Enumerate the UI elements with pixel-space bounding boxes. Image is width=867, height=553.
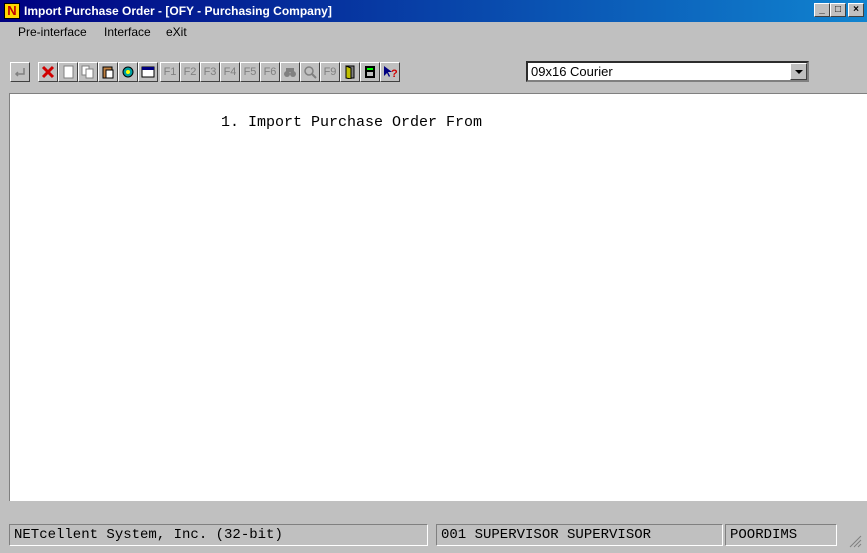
terminal-area[interactable]: 1. Import Purchase Order From [9,93,867,501]
application-window: N Import Purchase Order - [OFY - Purchas… [0,0,867,552]
properties-button[interactable] [138,62,158,82]
red-x-icon [41,65,55,79]
svg-text:?: ? [391,68,397,79]
help-arrow-icon: ? [384,66,397,79]
blank-page-icon [63,65,74,79]
door-icon [345,65,355,79]
menu-interface[interactable]: Interface [104,25,151,39]
f4-button[interactable]: F4 [220,62,240,82]
clipboard-icon [102,66,114,79]
help-button[interactable]: ? [380,62,400,82]
resize-grip-icon [849,535,862,548]
status-user: 001 SUPERVISOR SUPERVISOR [436,524,723,546]
calculator-button[interactable] [360,62,380,82]
chevron-down-icon [795,70,803,74]
exit-door-button[interactable] [340,62,360,82]
new-button[interactable] [58,62,78,82]
f1-button[interactable]: F1 [160,62,180,82]
calculator-icon [365,66,375,78]
menu-pre-interface[interactable]: Pre-interface [18,25,87,39]
find-button[interactable] [280,62,300,82]
maximize-button[interactable]: □ [830,3,846,17]
f2-button[interactable]: F2 [180,62,200,82]
window-title: Import Purchase Order - [OFY - Purchasin… [24,4,332,18]
enter-icon [14,68,25,77]
menu-option-import[interactable]: 1. Import Purchase Order From [221,114,482,131]
title-bar[interactable]: N Import Purchase Order - [OFY - Purchas… [0,0,867,22]
properties-icon [141,66,155,78]
binoculars-icon [284,68,296,77]
zoom-button[interactable] [300,62,320,82]
status-company: NETcellent System, Inc. (32-bit) [9,524,428,546]
f9-button[interactable]: F9 [320,62,340,82]
minimize-button[interactable]: _ [814,3,830,17]
close-button[interactable]: × [848,3,864,17]
paste-button[interactable] [98,62,118,82]
magnifier-icon [304,66,317,79]
font-dropdown-button[interactable] [790,63,807,80]
resize-grip[interactable] [846,532,862,548]
copy-button[interactable] [78,62,98,82]
f5-button[interactable]: F5 [240,62,260,82]
settings-button[interactable] [118,62,138,82]
enter-button[interactable] [10,62,30,82]
f3-button[interactable]: F3 [200,62,220,82]
f6-button[interactable]: F6 [260,62,280,82]
menu-bar: Pre-interface Interface eXit [0,22,867,42]
font-select-value: 09x16 Courier [531,64,613,79]
menu-exit[interactable]: eXit [166,25,187,39]
cancel-button[interactable] [38,62,58,82]
copy-icon [81,65,94,79]
status-node: POORDIMS [725,524,837,546]
font-select[interactable]: 09x16 Courier [526,61,809,82]
app-icon[interactable]: N [4,3,20,19]
status-bar: NETcellent System, Inc. (32-bit) 001 SUP… [0,518,867,552]
gear-icon [122,66,134,78]
